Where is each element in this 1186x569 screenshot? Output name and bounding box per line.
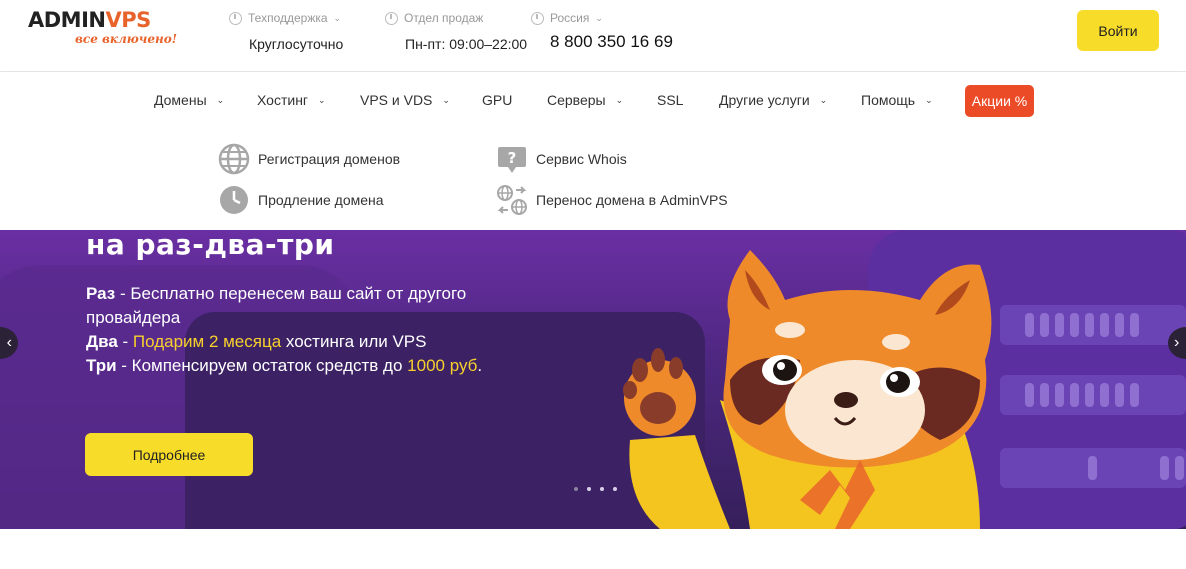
server-rack-decoration	[1000, 448, 1186, 488]
domains-dropdown: Регистрация доменов Продление домена ? С…	[0, 128, 1186, 230]
support-info: Техподдержка ⌄ Круглосуточно	[229, 10, 343, 52]
chevron-down-icon: ⌄	[595, 12, 603, 23]
region-label: Россия	[550, 11, 590, 25]
logo-tagline: все включено!	[75, 32, 178, 46]
nav-item-vps[interactable]: VPS и VDS ⌄	[360, 92, 450, 108]
chevron-down-icon: ⌄	[925, 94, 933, 105]
page: ADMINVPS все включено! Техподдержка ⌄ Кр…	[0, 0, 1186, 569]
server-rack-decoration	[1000, 305, 1186, 345]
clock-icon	[531, 11, 544, 25]
banner-description: Раз - Бесплатно перенесем ваш сайт от др…	[86, 282, 526, 378]
chevron-right-icon: ›	[1174, 334, 1180, 351]
logo-wordmark: ADMINVPS	[28, 8, 151, 32]
nav-label: Хостинг	[257, 92, 309, 108]
sales-label-row: Отдел продаж	[385, 10, 527, 26]
menu-item-register-domain[interactable]: Регистрация доменов	[218, 143, 400, 175]
menu-item-label: Регистрация доменов	[258, 151, 401, 167]
region-selector[interactable]: Россия ⌄	[531, 10, 673, 26]
nav-label: Помощь	[861, 92, 916, 108]
site-header: ADMINVPS все включено! Техподдержка ⌄ Кр…	[0, 0, 1186, 72]
promo-banner: на раз-два-три Раз - Бесплатно перенесем…	[0, 230, 1186, 529]
clock-icon	[229, 11, 242, 25]
question-bubble-icon: ?	[498, 147, 526, 173]
banner-line-1: Раз - Бесплатно перенесем ваш сайт от др…	[86, 284, 467, 327]
main-nav: Домены ⌄ Хостинг ⌄ VPS и VDS ⌄ GPU Серверы ⌄…	[0, 72, 1186, 128]
nav-item-servers[interactable]: Серверы ⌄	[547, 92, 623, 108]
svg-text:?: ?	[508, 149, 517, 167]
nav-label: Другие услуги	[719, 92, 810, 108]
sales-info: Отдел продаж Пн-пт: 09:00–22:00	[385, 10, 527, 52]
banner-line-3: Три - Компенсируем остаток средств до 10…	[86, 356, 483, 375]
menu-item-label: Сервис Whois	[536, 151, 627, 167]
more-details-button[interactable]: Подробнее	[85, 433, 253, 476]
carousel-dot[interactable]	[613, 487, 617, 491]
menu-item-label: Перенос домена в AdminVPS	[536, 192, 728, 208]
nav-item-help[interactable]: Помощь ⌄	[861, 92, 933, 108]
menu-item-renew-domain[interactable]: Продление домена	[218, 184, 384, 216]
carousel-indicators	[574, 487, 617, 491]
carousel-dot[interactable]	[587, 487, 591, 491]
sales-label: Отдел продаж	[404, 11, 484, 25]
clock-icon	[220, 186, 248, 214]
region-info: Россия ⌄ 8 800 350 16 69	[531, 10, 673, 52]
nav-label: Серверы	[547, 92, 606, 108]
nav-item-hosting[interactable]: Хостинг ⌄	[257, 92, 326, 108]
nav-item-ssl[interactable]: SSL	[657, 92, 683, 108]
chevron-down-icon: ⌄	[318, 94, 326, 105]
promo-button[interactable]: Акции %	[965, 85, 1034, 117]
banner-line-2: Два - Подарим 2 месяца хостинга или VPS	[86, 332, 427, 351]
support-label-row[interactable]: Техподдержка ⌄	[229, 10, 343, 26]
support-hours: Круглосуточно	[249, 36, 344, 52]
nav-item-other[interactable]: Другие услуги ⌄	[719, 92, 827, 108]
support-label: Техподдержка	[248, 11, 328, 25]
nav-label: VPS и VDS	[360, 92, 433, 108]
menu-item-transfer-domain[interactable]: Перенос домена в AdminVPS	[496, 184, 728, 216]
phone-number[interactable]: 8 800 350 16 69	[550, 32, 673, 52]
banner-title: на раз-два-три	[86, 230, 335, 261]
fox-mascot-illustration	[623, 250, 992, 529]
sales-hours: Пн-пт: 09:00–22:00	[405, 36, 528, 52]
chevron-down-icon: ⌄	[333, 12, 342, 23]
transfer-globes-icon	[497, 185, 527, 215]
nav-label: SSL	[657, 92, 684, 108]
chevron-down-icon: ⌄	[615, 94, 624, 105]
nav-item-domains[interactable]: Домены ⌄	[154, 92, 224, 108]
globe-icon	[218, 143, 250, 175]
menu-item-whois[interactable]: ? Сервис Whois	[496, 143, 627, 175]
chevron-down-icon: ⌄	[819, 94, 828, 105]
chevron-down-icon: ⌄	[216, 94, 225, 105]
clock-icon	[385, 11, 398, 25]
carousel-dot[interactable]	[574, 487, 578, 491]
chevron-down-icon: ⌄	[442, 94, 450, 105]
carousel-dot[interactable]	[600, 487, 604, 491]
menu-item-label: Продление домена	[258, 192, 384, 208]
chevron-left-icon: ‹	[6, 334, 12, 351]
nav-label: GPU	[482, 92, 513, 108]
login-button[interactable]: Войти	[1077, 10, 1159, 51]
nav-item-gpu[interactable]: GPU	[482, 92, 512, 108]
logo[interactable]: ADMINVPS все включено!	[28, 8, 198, 54]
nav-label: Домены	[154, 92, 207, 108]
server-rack-decoration	[1000, 375, 1186, 415]
